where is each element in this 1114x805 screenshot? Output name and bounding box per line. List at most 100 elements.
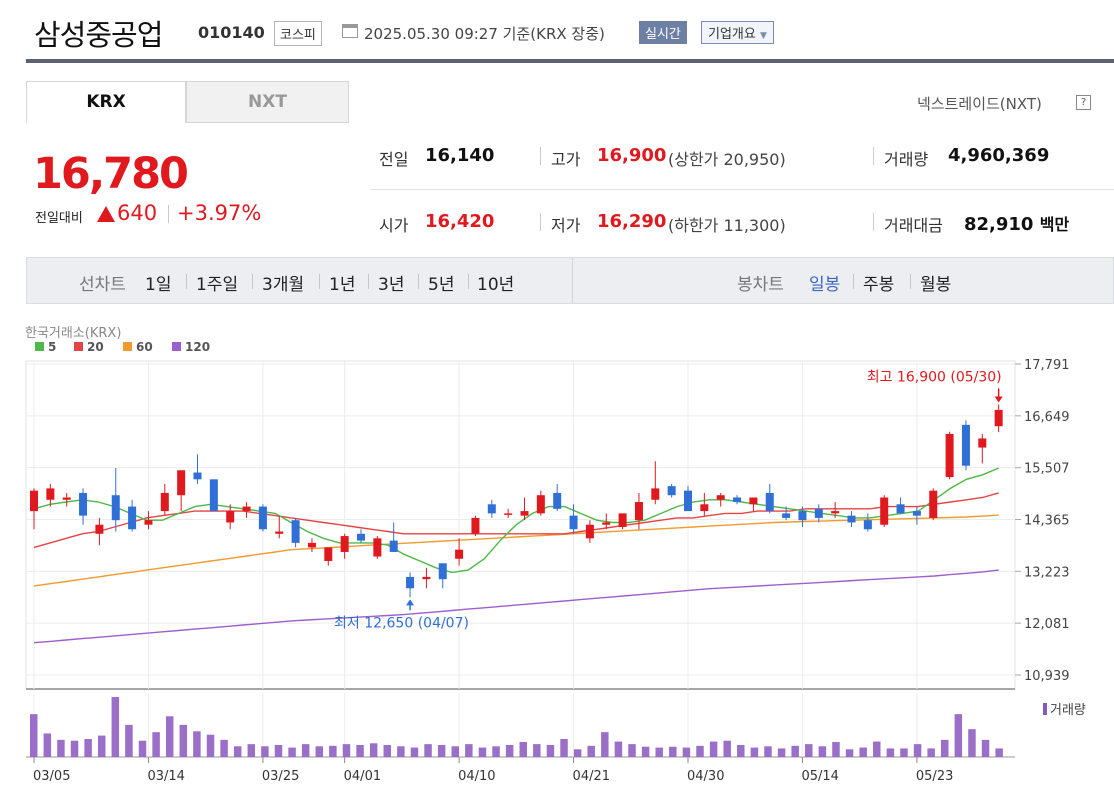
volume-bar [873, 741, 881, 757]
volume-bar [97, 735, 106, 757]
volume-bar [777, 748, 786, 757]
candle-body [536, 495, 545, 514]
candle-body [487, 504, 496, 514]
volume-bar [900, 748, 908, 757]
candle-body [667, 486, 676, 496]
volume-bar [995, 748, 1003, 757]
volume-bar [84, 739, 92, 757]
volume-bar [560, 739, 568, 757]
volume-bar [641, 746, 650, 757]
ma-60-line [33, 514, 999, 587]
volume-bar [655, 747, 663, 757]
x-tick-label: 04/01 [344, 769, 381, 784]
candle-body [242, 506, 251, 512]
volume-bar [57, 739, 65, 757]
candle-body [912, 511, 921, 516]
volume-bar [410, 747, 419, 757]
candle-body [847, 515, 856, 523]
volume-bar [587, 745, 595, 757]
candle-body [716, 495, 725, 500]
candle-body [307, 542, 316, 548]
candle-body [504, 513, 513, 515]
candle-body [258, 506, 267, 530]
candle-body [30, 490, 38, 512]
volume-bar [165, 716, 174, 757]
candle-body [373, 538, 382, 557]
y-tick-label: 14,365 [1024, 514, 1070, 529]
volume-bar [573, 749, 582, 757]
volume-bar [601, 732, 609, 757]
volume-bar [818, 746, 827, 757]
candle-body [978, 438, 987, 448]
volume-bar [791, 745, 799, 757]
volume-bar [927, 748, 935, 757]
candle-body [520, 511, 529, 516]
candle-body [144, 520, 153, 525]
candle-body [634, 502, 643, 521]
candle-body [553, 492, 562, 509]
candle-body [275, 531, 284, 534]
x-tick-label: 03/05 [33, 769, 70, 784]
volume-bar [247, 744, 256, 757]
y-tick-label: 10,939 [1024, 669, 1070, 684]
candle-body [961, 424, 970, 466]
volume-bar [954, 714, 963, 757]
candle-body [46, 488, 55, 500]
candle-body [471, 517, 480, 534]
candle-body [422, 576, 431, 580]
ma-120-line [33, 569, 999, 644]
volume-bar [750, 747, 759, 757]
volume-bar [233, 746, 242, 757]
candle-body [357, 533, 365, 541]
volume-bar [546, 745, 555, 757]
candle-body [945, 433, 954, 478]
candle-body [733, 497, 742, 503]
volume-bar [669, 746, 677, 757]
candle-body [111, 495, 120, 521]
low-arrow-head [406, 599, 415, 606]
candle-body [798, 511, 807, 521]
x-tick-label: 03/25 [262, 769, 299, 784]
volume-bar [424, 744, 432, 757]
candle-body [177, 470, 186, 496]
candle-body [62, 497, 71, 500]
candle-body [651, 488, 660, 500]
volume-bar [981, 739, 990, 757]
volume-legend-swatch [1043, 703, 1047, 715]
candle-body [160, 492, 169, 512]
volume-bar [261, 746, 269, 757]
volume-bar [356, 745, 364, 757]
candle-body [209, 479, 218, 512]
candle-body [749, 497, 758, 505]
volume-bar [315, 746, 324, 757]
x-tick-label: 05/14 [801, 769, 838, 784]
candle-body [406, 576, 415, 589]
candle-body [324, 547, 333, 562]
y-tick-label: 15,507 [1024, 462, 1070, 477]
volume-bar [220, 739, 228, 757]
volume-bar [845, 749, 854, 757]
candle-body [765, 492, 774, 512]
volume-bar [451, 746, 459, 757]
volume-bar [152, 732, 160, 757]
volume-bar [193, 731, 201, 757]
volume-bar [111, 697, 120, 757]
volume-bar [968, 729, 976, 757]
candle-body [929, 490, 938, 518]
candle-body [863, 520, 872, 530]
volume-bar [505, 745, 514, 757]
candle-body [782, 513, 791, 518]
volume-bar [764, 746, 772, 757]
low-annotation: 최저 12,650 (04/07) [334, 615, 469, 631]
y-tick-label: 12,081 [1024, 617, 1070, 632]
candle-body [700, 504, 709, 512]
y-tick-label: 13,223 [1024, 565, 1070, 580]
x-tick-label: 04/21 [573, 769, 610, 784]
candle-body [389, 540, 398, 552]
candle-body [128, 506, 137, 530]
volume-bar [859, 747, 867, 757]
volume-bar [737, 745, 745, 757]
price-chart: 17,791 16,649 15,507 14,365 13,223 12,081 10,9… [25, 358, 1086, 784]
candle-body [618, 513, 627, 527]
candle-body [994, 409, 1003, 427]
